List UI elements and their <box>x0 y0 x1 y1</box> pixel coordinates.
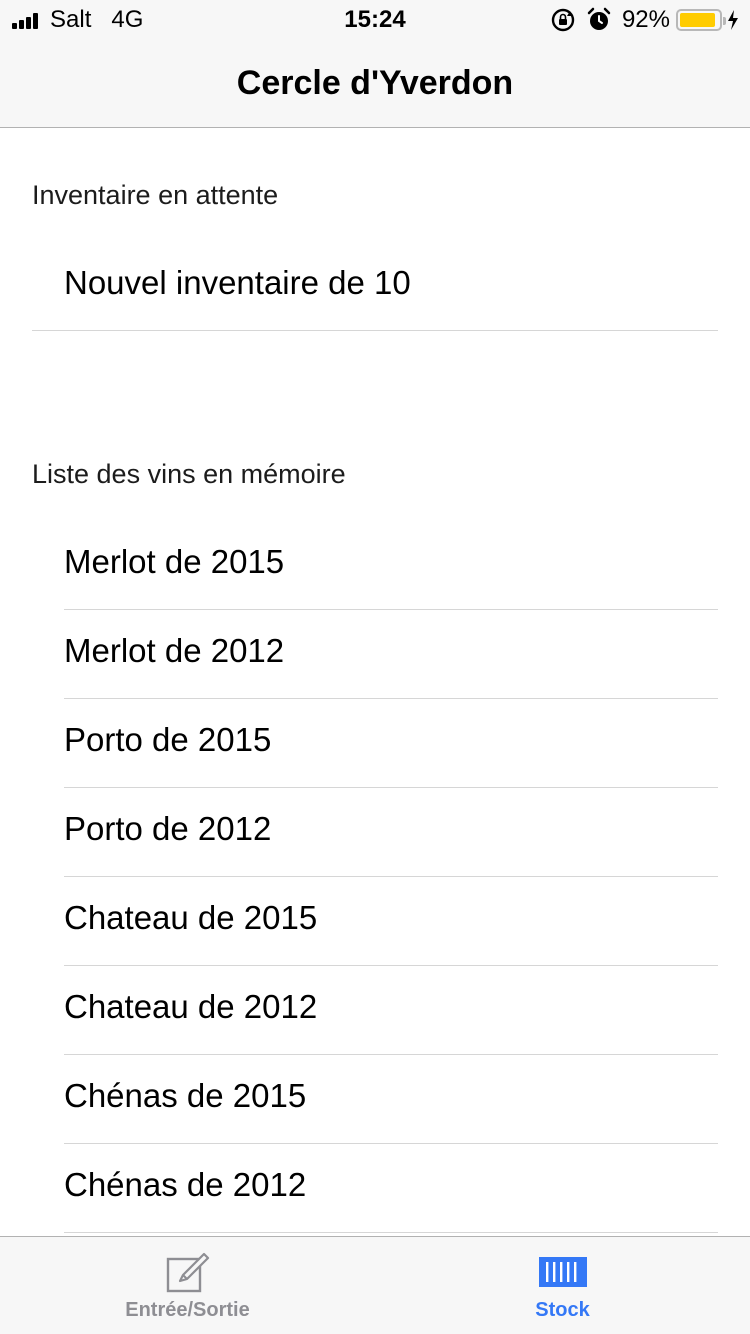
tab-label-stock: Stock <box>535 1299 590 1321</box>
section-header-pending: Inventaire en attente <box>32 180 279 210</box>
battery-fill <box>680 13 715 27</box>
wine-row[interactable]: Chateau de 2015 <box>64 877 718 966</box>
battery-percent: 92% <box>621 6 670 33</box>
tab-stock[interactable]: Stock <box>375 1237 750 1334</box>
wine-label: Merlot de 2012 <box>64 632 285 669</box>
wine-label: Porto de 2015 <box>64 721 272 758</box>
pending-inventory-row[interactable]: Nouvel inventaire de 10 <box>32 242 718 331</box>
rotation-lock-icon <box>551 8 575 32</box>
navigation-bar: Cercle d'Yverdon <box>0 40 750 128</box>
edit-icon <box>166 1252 209 1293</box>
wine-row[interactable]: Merlot de 2015 <box>64 521 718 610</box>
wine-row[interactable]: Merlot de 2012 <box>64 610 718 699</box>
wine-row[interactable]: Porto de 2015 <box>64 699 718 788</box>
status-bar: Salt 4G 15:24 92% <box>0 0 750 40</box>
wine-label: Chénas de 2012 <box>64 1166 307 1203</box>
wine-row[interactable]: Chateau de 2012 <box>64 966 718 1055</box>
alarm-icon <box>587 7 611 30</box>
tab-bar: Entrée/Sortie Stock <box>0 1236 750 1334</box>
wine-label: Merlot de 2015 <box>64 543 285 580</box>
wine-row[interactable]: Chénas de 2015 <box>64 1055 718 1144</box>
wine-label: Chénas de 2015 <box>64 1077 307 1114</box>
barcode-icon <box>538 1257 587 1287</box>
wine-label: Chateau de 2015 <box>64 899 318 936</box>
screen: Salt 4G 15:24 92% Cercle d'Yverdon Inven… <box>0 0 750 1334</box>
battery-icon <box>676 9 726 31</box>
pending-inventory-label: Nouvel inventaire de 10 <box>64 264 411 301</box>
nav-title: Cercle d'Yverdon <box>236 64 514 102</box>
status-right: 92% <box>550 6 740 34</box>
charging-bolt-icon <box>728 10 738 30</box>
wine-label: Chateau de 2012 <box>64 988 318 1025</box>
wine-row[interactable]: Chénas de 2012 <box>64 1144 718 1233</box>
tab-entree-sortie[interactable]: Entrée/Sortie <box>0 1237 375 1334</box>
wine-label: Porto de 2012 <box>64 810 272 847</box>
wine-row[interactable]: Porto de 2012 <box>64 788 718 877</box>
section-header-wines: Liste des vins en mémoire <box>32 459 346 489</box>
battery-nub <box>723 17 726 25</box>
tab-label-entree-sortie: Entrée/Sortie <box>125 1299 250 1321</box>
